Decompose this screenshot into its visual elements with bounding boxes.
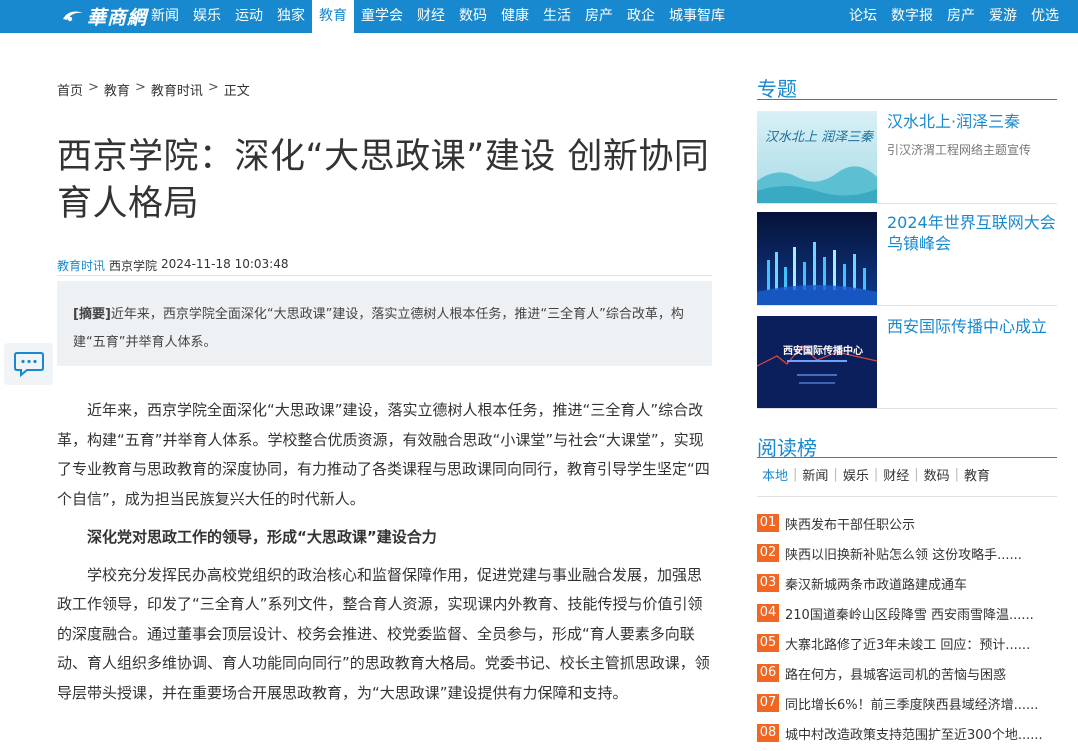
ranking-tab-3[interactable]: 财经	[878, 465, 914, 484]
ranking-item-title[interactable]: 陕西以旧换新补贴怎么领 这份攻略手......	[785, 544, 1022, 563]
divider	[757, 203, 1057, 204]
ranking-list: 01 陕西发布干部任职公示 02 陕西以旧换新补贴怎么领 这份攻略手...... 03 秦…	[757, 508, 1057, 748]
ranking-item[interactable]: 05 大寨北路修了近3年未竣工 回应：预计......	[757, 628, 1057, 658]
topic-item[interactable]: 2024年世界互联网大会乌镇峰会	[757, 212, 1057, 308]
topic-thumbnail[interactable]: 西安国际传播中心	[757, 316, 877, 409]
nav-item-left-7[interactable]: 数码	[452, 0, 494, 33]
breadcrumb-section[interactable]: 教育	[104, 80, 130, 99]
ranking-number-badge: 06	[757, 664, 779, 682]
ranking-item-title[interactable]: 路在何方，县城客运司机的苦恼与困惑	[785, 664, 1006, 683]
nav-item-right-2[interactable]: 房产	[940, 0, 982, 33]
ranking-tab-2[interactable]: 娱乐	[838, 465, 874, 484]
article-subheading: 深化党对思政工作的领导，形成“大思政课”建设合力	[87, 528, 437, 546]
topic-thumbnail[interactable]: 汉水北上 润泽三秦	[757, 111, 877, 204]
nav-item-right-0[interactable]: 论坛	[842, 0, 884, 33]
nav-item-left-11[interactable]: 政企	[620, 0, 662, 33]
ranking-number-badge: 02	[757, 544, 779, 562]
ranking-tabs: 本地 | 新闻 | 娱乐 | 财经 | 数码 | 教育	[757, 465, 995, 484]
chat-button[interactable]	[4, 343, 53, 385]
nav-item-left-12[interactable]: 城事智库	[662, 0, 732, 33]
ranking-item-title[interactable]: 陕西发布干部任职公示	[785, 514, 915, 533]
article-category-link[interactable]: 教育时讯	[57, 257, 105, 274]
breadcrumb-separator: >	[207, 80, 219, 95]
nav-item-left-8[interactable]: 健康	[494, 0, 536, 33]
divider	[757, 496, 1057, 497]
topic-thumb-text: 汉水北上 润泽三秦	[765, 130, 875, 145]
secondary-nav: 论坛 数字报 房产 爱游 优选	[842, 0, 1066, 33]
breadcrumb-separator: >	[134, 80, 146, 95]
ranking-number-badge: 07	[757, 694, 779, 712]
nav-item-left-1[interactable]: 娱乐	[186, 0, 228, 33]
site-logo[interactable]: 華商網	[62, 5, 148, 29]
chat-icon	[13, 352, 44, 377]
ranking-item-title[interactable]: 秦汉新城两条市政道路建成通车	[785, 574, 967, 593]
nav-item-left-10[interactable]: 房产	[578, 0, 620, 33]
topic-thumbnail[interactable]	[757, 212, 877, 305]
nav-item-left-5[interactable]: 童学会	[354, 0, 410, 33]
article-paragraph: 学校充分发挥民办高校党组织的政治核心和监督保障作用，促进党建与事业融合发展，加强…	[57, 565, 710, 702]
nav-item-left-9[interactable]: 生活	[536, 0, 578, 33]
nav-item-left-0[interactable]: 新闻	[144, 0, 186, 33]
ranking-number-badge: 08	[757, 724, 779, 742]
ranking-number-badge: 01	[757, 514, 779, 532]
divider	[757, 305, 1057, 306]
ranking-tab-4[interactable]: 数码	[919, 465, 955, 484]
topics-heading-rule	[757, 99, 1057, 100]
article-source: 西京学院	[109, 259, 158, 273]
breadcrumb-home[interactable]: 首页	[57, 80, 83, 99]
ranking-number-badge: 04	[757, 604, 779, 622]
ranking-item[interactable]: 02 陕西以旧换新补贴怎么领 这份攻略手......	[757, 538, 1057, 568]
article-meta: 教育时讯 西京学院 2024-11-18 10:03:48	[57, 257, 288, 274]
breadcrumb-separator: >	[88, 80, 99, 95]
article-paragraph: 近年来，西京学院全面深化“大思政课”建设，落实立德树人根本任务，推进“三全育人”…	[57, 401, 710, 508]
ranking-item-title[interactable]: 大寨北路修了近3年未竣工 回应：预计......	[785, 634, 1030, 653]
ranking-tab-1[interactable]: 新闻	[797, 465, 833, 484]
ranking-item-title[interactable]: 210国道秦岭山区段降雪 西安雨雪降温......	[785, 604, 1034, 623]
nav-item-left-4[interactable]: 教育	[312, 0, 354, 33]
nav-item-left-2[interactable]: 运动	[228, 0, 270, 33]
article-title: 西京学院：深化“大思政课”建设 创新协同育人格局	[57, 137, 710, 224]
divider	[757, 408, 1057, 409]
topic-title[interactable]: 西安国际传播中心成立	[887, 316, 1057, 337]
logo-swoosh-icon	[63, 11, 83, 22]
article-body: 近年来，西京学院全面深化“大思政课”建设，落实立德树人根本任务，推进“三全育人”…	[57, 396, 714, 708]
breadcrumb: 首页 > 教育 > 教育时讯 > 正文	[57, 80, 250, 99]
main-nav: 新闻 娱乐 运动 独家 教育 童学会 财经 数码 健康 生活 房产 政企 城事智库	[144, 0, 732, 33]
ranking-number-badge: 05	[757, 634, 779, 652]
ranking-item-title[interactable]: 同比增长6%！前三季度陕西县域经济增......	[785, 694, 1038, 713]
nav-item-left-6[interactable]: 财经	[410, 0, 452, 33]
ranking-tab-5[interactable]: 教育	[959, 465, 995, 484]
top-nav-bar: 華商網 新闻 娱乐 运动 独家 教育 童学会 财经 数码 健康 生活 房产 政企 城事智库 论坛 数字报房…	[0, 0, 1078, 33]
ranking-item[interactable]: 01 陕西发布干部任职公示	[757, 508, 1057, 538]
ranking-item[interactable]: 08 城中村改造政策支持范围扩至近300个地......	[757, 718, 1057, 748]
topic-title[interactable]: 2024年世界互联网大会乌镇峰会	[887, 212, 1057, 254]
logo-text: 華商網	[87, 6, 148, 29]
topics-heading: 专题	[757, 77, 797, 101]
ranking-item[interactable]: 04 210国道秦岭山区段降雪 西安雨雪降温......	[757, 598, 1057, 628]
ranking-tab-0[interactable]: 本地	[757, 465, 793, 484]
ranking-item-title[interactable]: 城中村改造政策支持范围扩至近300个地......	[785, 724, 1043, 743]
topic-thumb-text: 西安国际传播中心	[783, 344, 863, 357]
ranking-item[interactable]: 07 同比增长6%！前三季度陕西县域经济增......	[757, 688, 1057, 718]
abstract-text: 近年来，西京学院全面深化“大思政课”建设，落实立德树人根本任务，推进“三全育人”…	[73, 307, 684, 350]
abstract-label: [摘要]	[73, 307, 111, 322]
topic-item[interactable]: 汉水北上 润泽三秦 汉水北上·润泽三秦 引汉济渭工程网络主题宣传	[757, 111, 1057, 207]
nav-item-right-1[interactable]: 数字报	[884, 0, 940, 33]
topic-title[interactable]: 汉水北上·润泽三秦	[887, 111, 1057, 132]
article-datetime: 2024-11-18 10:03:48	[161, 257, 289, 271]
article-abstract: [摘要]近年来，西京学院全面深化“大思政课”建设，落实立德树人根本任务，推进“三…	[57, 281, 712, 366]
ranking-heading-rule	[757, 457, 1057, 458]
breadcrumb-current: 正文	[223, 84, 250, 99]
breadcrumb-subsection[interactable]: 教育时讯	[151, 80, 203, 99]
ranking-item[interactable]: 03 秦汉新城两条市政道路建成通车	[757, 568, 1057, 598]
topic-desc: 引汉济渭工程网络主题宣传	[887, 143, 1032, 157]
divider	[57, 275, 712, 276]
ranking-number-badge: 03	[757, 574, 779, 592]
nav-item-right-3[interactable]: 爱游	[982, 0, 1024, 33]
ranking-item[interactable]: 06 路在何方，县城客运司机的苦恼与困惑	[757, 658, 1057, 688]
nav-item-left-3[interactable]: 独家	[270, 0, 312, 33]
topic-item[interactable]: 西安国际传播中心 西安国际传播中心成立	[757, 316, 1057, 412]
nav-item-right-4[interactable]: 优选	[1024, 0, 1066, 33]
